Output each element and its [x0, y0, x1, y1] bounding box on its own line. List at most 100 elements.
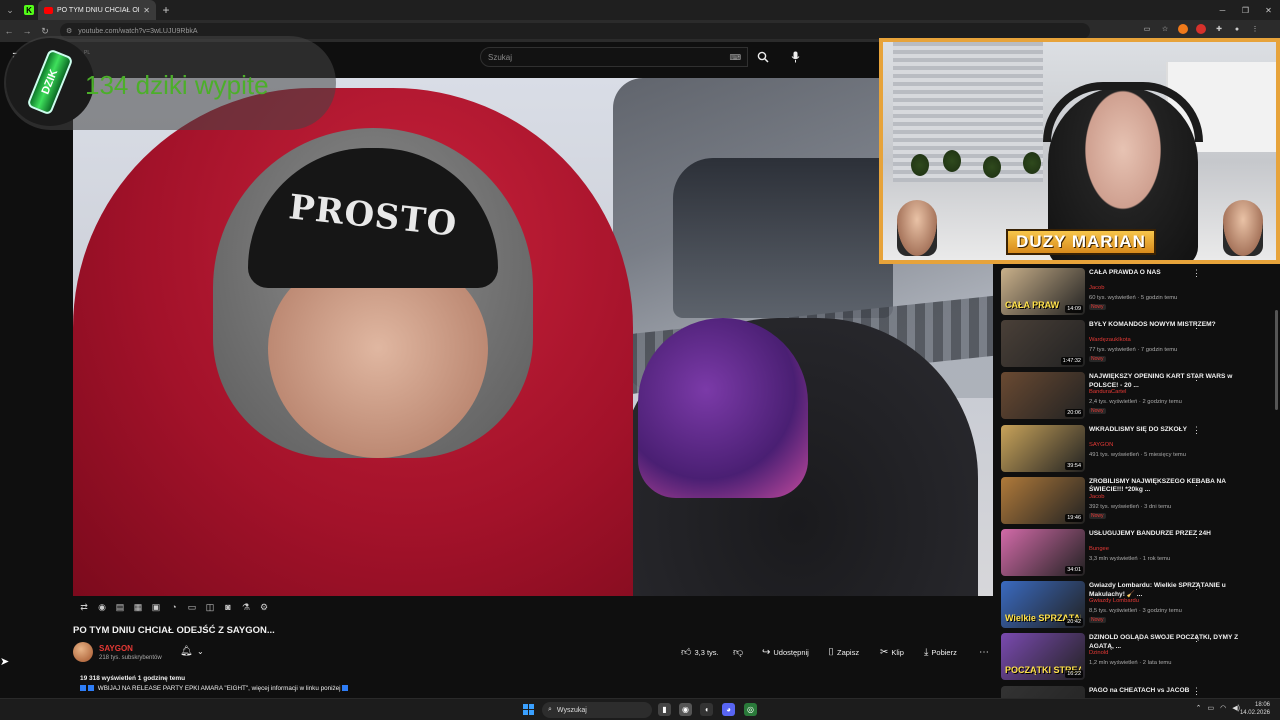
video-thumbnail[interactable] [1001, 685, 1085, 698]
app-icon[interactable]: ◖ [700, 703, 713, 716]
cast-icon[interactable]: ▭ [1142, 24, 1152, 34]
screenshot-icon[interactable]: ◙ [222, 600, 234, 614]
download-button[interactable]: ⤓ Pobierz [924, 645, 957, 659]
bookmark-star-icon[interactable]: ☆ [1160, 24, 1170, 34]
network-icon[interactable]: ◠ [1220, 704, 1226, 712]
share-button[interactable]: ↪ Udostępnij [762, 645, 809, 659]
recommended-title[interactable]: PAGO na CHEATACH vs JACOB [1089, 687, 1257, 696]
recommended-channel[interactable]: Dzinold [1089, 650, 1108, 656]
tab-close-icon[interactable]: ✕ [143, 6, 150, 15]
channel-name[interactable]: SAYGON [99, 644, 133, 653]
recommended-item[interactable]: 20:06 NAJWIĘKSZY OPENING KART STAR WARS w… [1001, 370, 1280, 422]
video-player[interactable]: PROSTO [73, 78, 993, 596]
clip-button[interactable]: ✂ Klip [880, 645, 904, 659]
minimize-icon[interactable]: ─ [1211, 0, 1234, 20]
chrome-icon[interactable]: ◎ [744, 703, 757, 716]
extensions-puzzle-icon[interactable]: ✚ [1214, 24, 1224, 34]
tray-chevron-icon[interactable]: ⌃ [1196, 704, 1202, 712]
video-thumbnail[interactable]: CAŁA PRAW 14:09 [1001, 268, 1085, 315]
flask-icon[interactable]: ⚗ [240, 600, 252, 614]
back-icon[interactable]: ← [0, 26, 18, 36]
search-input[interactable]: Szukaj ⌨ [480, 47, 748, 67]
video-thumbnail[interactable]: Wielkie SPRZĄTANIE20:42 [1001, 581, 1085, 629]
recommended-title[interactable]: ZROBILIŚMY NAJWIĘKSZEGO KEBABA NA ŚWIECI… [1089, 478, 1257, 495]
recommended-item[interactable]: PAGO na CHEATACH vs JACOB ⋮ [1001, 684, 1280, 698]
forward-icon[interactable]: → [18, 26, 36, 36]
recommended-channel[interactable]: BanduraCartel [1089, 389, 1126, 395]
scrollbar[interactable] [1275, 310, 1278, 410]
recommended-title[interactable]: Gwiazdy Lombardu: Wielkie SPRZĄTANIE u M… [1089, 582, 1257, 599]
extension-icon[interactable] [1178, 24, 1188, 34]
video-thumbnail[interactable]: 39:54 [1001, 424, 1085, 472]
taskbar-search[interactable]: ⌕ Wyszukaj [542, 702, 652, 718]
windows-start-icon[interactable] [523, 704, 534, 715]
recommended-item[interactable]: CAŁA PRAW 14:09 CAŁA PRAWDA O NAS Jacob 60 t… [1001, 266, 1280, 318]
voice-search-button[interactable] [783, 47, 807, 67]
like-button[interactable]: 👍︎ 3,3 tys. [681, 645, 719, 659]
profile-icon[interactable]: ● [1232, 24, 1242, 34]
task-view-icon[interactable]: ▮ [658, 703, 671, 716]
miniplayer-icon[interactable]: ◫ [204, 600, 216, 614]
dislike-button[interactable]: 👎︎ [733, 645, 743, 659]
save-button[interactable]: ⌷ Zapisz [828, 645, 859, 659]
settings-gear-icon[interactable]: ⚙ [258, 600, 270, 614]
recommended-channel[interactable]: Bungee [1089, 546, 1109, 552]
calendar-icon[interactable]: ▦ [132, 600, 144, 614]
item-menu-icon[interactable]: ⋮ [1192, 372, 1201, 383]
audio-icon[interactable]: ◉ [96, 600, 108, 614]
tab-search-icon[interactable]: ⌄ [0, 0, 20, 20]
volume-icon[interactable]: ◀) [1232, 704, 1240, 712]
battery-icon[interactable]: ▭ [1208, 704, 1215, 712]
close-window-icon[interactable]: ✕ [1257, 0, 1280, 20]
layers-icon[interactable]: ▭ [186, 600, 198, 614]
browser-menu-icon[interactable]: ⋮ [1250, 24, 1260, 34]
site-info-icon[interactable]: ⚙ [66, 27, 72, 35]
keyboard-icon[interactable]: ⌨ [729, 53, 741, 62]
item-menu-icon[interactable]: ⋮ [1192, 633, 1201, 644]
recommended-item[interactable]: 19:46 ZROBILIŚMY NAJWIĘKSZEGO KEBABA NA Ś… [1001, 475, 1280, 527]
more-actions-button[interactable]: ⋯ [979, 645, 989, 659]
item-menu-icon[interactable]: ⋮ [1192, 268, 1201, 279]
extension-icon[interactable] [1196, 24, 1206, 34]
recommended-item[interactable]: 39:54 WKRADLIŚMY SIĘ DO SZKOŁY SAYGON 491 t… [1001, 423, 1280, 475]
recommended-channel[interactable]: Gwiazdy Lombardu [1089, 598, 1139, 604]
recommended-title[interactable]: WKRADLIŚMY SIĘ DO SZKOŁY [1089, 426, 1257, 435]
discord-icon[interactable]: ◕ [722, 703, 735, 716]
item-menu-icon[interactable]: ⋮ [1192, 425, 1201, 436]
video-thumbnail[interactable]: 20:06 [1001, 372, 1085, 420]
filter-icon[interactable]: ▤ [114, 600, 126, 614]
video-thumbnail[interactable]: 1:47:32 [1001, 320, 1085, 368]
recommended-title[interactable]: CAŁA PRAWDA O NAS [1089, 269, 1257, 278]
recommended-item[interactable]: 34:01 USŁUGUJEMY BANDURZE PRZEZ 24H Bungee… [1001, 527, 1280, 579]
description-snippet[interactable]: WBIJAJ NA RELEASE PARTY EPKI AMARA "EIGH… [80, 685, 350, 692]
image-icon[interactable]: ▣ [150, 600, 162, 614]
kick-tab-icon[interactable]: K [20, 0, 38, 20]
item-menu-icon[interactable]: ⋮ [1192, 581, 1201, 592]
recommended-title[interactable]: USŁUGUJEMY BANDURZE PRZEZ 24H [1089, 530, 1257, 539]
speed-icon[interactable]: ◔ [168, 600, 180, 614]
recommended-title[interactable]: NAJWIĘKSZY OPENING KART STAR WARS w POLS… [1089, 373, 1257, 390]
new-tab-button[interactable]: + [156, 3, 176, 17]
recommended-channel[interactable]: Jacob [1089, 494, 1104, 500]
recommended-item[interactable]: 1:47:32 BYŁY KOMANDOS NOWYM MISTRZEM? Ward… [1001, 318, 1280, 370]
reload-icon[interactable]: ↻ [36, 26, 54, 37]
channel-avatar[interactable] [73, 642, 93, 662]
loop-icon[interactable]: ⇄ [78, 600, 90, 614]
recommended-channel[interactable]: Jacob [1089, 285, 1104, 291]
active-tab[interactable]: PO TYM DNIU CHCIAŁ ODEJŚĆ ✕ [38, 0, 156, 20]
recommended-title[interactable]: BYŁY KOMANDOS NOWYM MISTRZEM? [1089, 321, 1257, 330]
recommended-channel[interactable]: WardęzaukIkota [1089, 337, 1131, 343]
item-menu-icon[interactable]: ⋮ [1192, 686, 1201, 697]
recommended-item[interactable]: Wielkie SPRZĄTANIE20:42Gwiazdy Lombardu:… [1001, 579, 1280, 631]
item-menu-icon[interactable]: ⋮ [1192, 529, 1201, 540]
recommended-item[interactable]: POCZĄTKI STREAMÓW16:22DZINOLD OGLĄDA SWO… [1001, 631, 1280, 683]
maximize-icon[interactable]: ❐ [1234, 0, 1257, 20]
obs-icon[interactable]: ◉ [679, 703, 692, 716]
video-thumbnail[interactable]: 34:01 [1001, 529, 1085, 576]
search-button[interactable] [750, 47, 776, 67]
notification-bell-icon[interactable]: 🔔︎ [180, 646, 193, 657]
video-thumbnail[interactable]: POCZĄTKI STREAMÓW16:22 [1001, 633, 1085, 681]
recommended-title[interactable]: DZINOLD OGLĄDA SWOJE POCZĄTKI, DYMY Z AG… [1089, 634, 1257, 651]
recommended-channel[interactable]: SAYGON [1089, 442, 1113, 448]
clock[interactable]: 18:06 14.02.2026 [1240, 701, 1270, 717]
